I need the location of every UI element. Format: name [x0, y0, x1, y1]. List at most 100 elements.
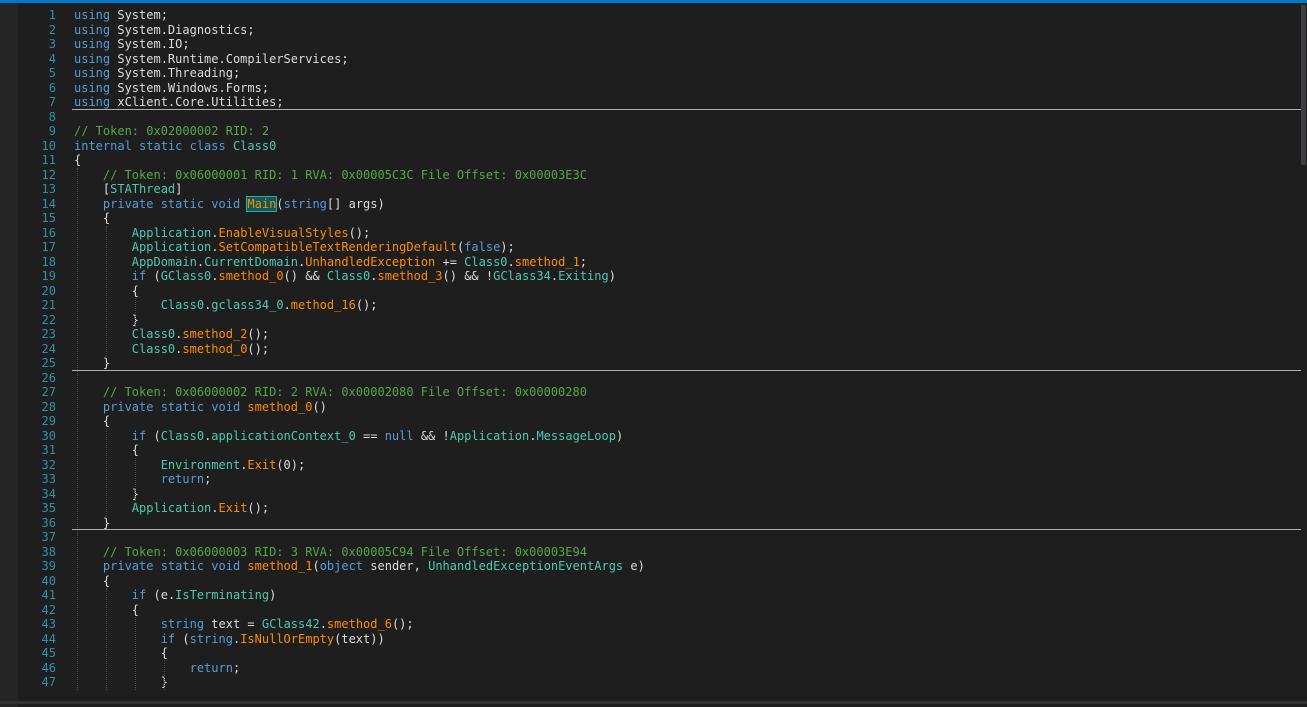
method-name[interactable]: UnhandledException	[305, 255, 435, 269]
method-name[interactable]: SetCompatibleTextRenderingDefault	[219, 240, 457, 254]
punctuation: ()	[312, 399, 327, 414]
type-name[interactable]: Class0	[132, 342, 175, 356]
type-name[interactable]: applicationContext_0	[211, 429, 356, 443]
code-line[interactable]: Class0.smethod_2();	[74, 327, 1299, 342]
keyword: if	[131, 269, 147, 283]
method-name[interactable]: smethod_6	[327, 617, 392, 631]
code-line[interactable]: using System.Windows.Forms;	[74, 81, 1299, 96]
code-line[interactable]: if (GClass0.smethod_0() && Class0.smetho…	[74, 269, 1299, 284]
type-name[interactable]: Class0	[233, 139, 276, 153]
namespace: System.Threading	[117, 66, 233, 80]
code-line[interactable]: internal static class Class0	[74, 139, 1299, 154]
method-name[interactable]: Exit	[247, 458, 276, 472]
line-number: 18	[41, 254, 56, 269]
line-number: 4	[48, 51, 56, 66]
type-name[interactable]: Class0	[327, 269, 370, 283]
code-line[interactable]: private static void smethod_1(object sen…	[74, 559, 1299, 574]
code-line[interactable]: using System;	[74, 8, 1299, 23]
type-name[interactable]: Application	[132, 226, 211, 240]
code-line[interactable]: Environment.Exit(0);	[74, 458, 1299, 473]
method-name[interactable]: smethod_0	[182, 342, 247, 356]
punctuation: {	[74, 153, 82, 167]
code-line[interactable]: Application.EnableVisualStyles();	[74, 226, 1299, 241]
code-line[interactable]: [STAThread]	[74, 182, 1299, 197]
indent-guide	[105, 588, 108, 690]
line-number: 15	[41, 211, 56, 225]
code-line[interactable]: // Token: 0x06000003 RID: 3 RVA: 0x00005…	[74, 545, 1299, 560]
code-line[interactable]	[74, 371, 1299, 386]
type-name[interactable]: UnhandledExceptionEventArgs	[428, 559, 623, 573]
code-line[interactable]: return;	[74, 661, 1299, 676]
code-line[interactable]	[74, 110, 1299, 125]
method-name[interactable]: smethod_0	[247, 400, 312, 414]
type-name[interactable]: GClass42	[262, 617, 320, 631]
highlighted-identifier[interactable]: Main	[246, 195, 278, 212]
method-name[interactable]: method_16	[291, 298, 356, 312]
punctuation: .	[370, 269, 378, 283]
code-line[interactable]: private static void smethod_0()	[74, 400, 1299, 415]
code-line[interactable]: AppDomain.CurrentDomain.UnhandledExcepti…	[74, 255, 1299, 270]
line-number: 19	[41, 269, 56, 283]
code-line[interactable]: using System.Runtime.CompilerServices;	[74, 52, 1299, 67]
scrollbar-thumb[interactable]	[1301, 5, 1306, 165]
type-name[interactable]: Class0	[132, 327, 175, 341]
type-name[interactable]: Application	[132, 240, 211, 254]
code-line[interactable]: {	[74, 153, 1299, 168]
code-line[interactable]: private static void Main(string[] args)	[74, 195, 1299, 212]
code-line[interactable]: // Token: 0x06000002 RID: 2 RVA: 0x00002…	[74, 385, 1299, 400]
punctuation: (	[175, 631, 190, 646]
code-line[interactable]: {	[74, 603, 1299, 618]
code-line[interactable]: {	[74, 211, 1299, 226]
code-editor-window: 1 2 3 4 5 6 7 8 9 10 11 12 13 14 15 16 17 18 19 20 21 22 23 24 2…	[0, 0, 1307, 707]
code-line[interactable]: return;	[74, 472, 1299, 487]
code-line[interactable]: if (e.IsTerminating)	[74, 588, 1299, 603]
code-line[interactable]: Application.Exit();	[74, 501, 1299, 516]
type-name[interactable]: Application	[132, 501, 211, 515]
type-name[interactable]: Class0	[464, 255, 507, 269]
method-name[interactable]: smethod_0	[219, 269, 284, 283]
type-name[interactable]: Application	[450, 429, 529, 443]
type-name[interactable]: GClass34	[493, 269, 551, 283]
type-name[interactable]: GClass0	[161, 269, 212, 283]
code-line[interactable]: if (string.IsNullOrEmpty(text))	[74, 632, 1299, 647]
code-line[interactable]: {	[74, 414, 1299, 429]
method-name[interactable]: smethod_1	[247, 559, 312, 573]
type-name[interactable]: Class0	[161, 298, 204, 312]
type-name[interactable]: gclass34_0	[211, 298, 283, 312]
code-line[interactable]: string text = GClass42.smethod_6();	[74, 617, 1299, 632]
code-line[interactable]: // Token: 0x06000001 RID: 1 RVA: 0x00005…	[74, 168, 1299, 183]
code-line[interactable]: {	[74, 646, 1299, 661]
method-name[interactable]: EnableVisualStyles	[219, 226, 349, 240]
punctuation	[74, 226, 132, 240]
code-line[interactable]: {	[74, 443, 1299, 458]
punctuation: {	[74, 211, 111, 225]
method-name[interactable]: smethod_1	[515, 255, 580, 269]
code-line[interactable]: }	[74, 487, 1299, 502]
method-name[interactable]: smethod_2	[182, 327, 247, 341]
code-line[interactable]: using System.Threading;	[74, 66, 1299, 81]
code-line[interactable]: // Token: 0x02000002 RID: 2	[74, 124, 1299, 139]
code-line[interactable]: }	[74, 313, 1299, 328]
line-number: 39	[41, 559, 56, 573]
code-line[interactable]: using System.IO;	[74, 37, 1299, 52]
method-name[interactable]: smethod_3	[378, 269, 443, 283]
line-number: 38	[41, 544, 56, 559]
code-line[interactable]: using System.Diagnostics;	[74, 23, 1299, 38]
method-name[interactable]: Exit	[219, 501, 248, 515]
code-line[interactable]: {	[74, 574, 1299, 589]
code-line[interactable]: Class0.gclass34_0.method_16();	[74, 298, 1299, 313]
method-name[interactable]: IsNullOrEmpty	[240, 632, 334, 646]
code-line[interactable]	[74, 530, 1299, 545]
type-name[interactable]: Environment	[161, 458, 240, 472]
code-line[interactable]: Application.SetCompatibleTextRenderingDe…	[74, 240, 1299, 255]
line-number: 12	[41, 167, 56, 182]
keyword: using	[74, 37, 111, 51]
type-name[interactable]: AppDomain	[132, 255, 197, 269]
type-name[interactable]: Class0	[161, 429, 204, 443]
code-line[interactable]: {	[74, 284, 1299, 299]
code-line[interactable]: }	[74, 675, 1299, 690]
code-line[interactable]: if (Class0.applicationContext_0 == null …	[74, 429, 1299, 444]
type-name[interactable]: STAThread	[110, 182, 175, 196]
punctuation: && !	[413, 428, 450, 443]
code-line[interactable]: Class0.smethod_0();	[74, 342, 1299, 357]
